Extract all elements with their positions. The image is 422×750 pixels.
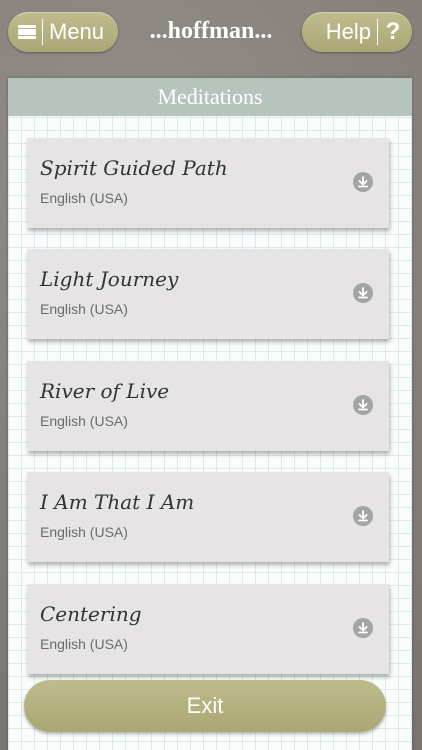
meditation-title: Spirit Guided Path (40, 156, 228, 180)
meditation-language: English (USA) (40, 301, 128, 317)
meditation-title: Centering (40, 602, 142, 626)
meditation-title: Light Journey (40, 267, 179, 291)
help-button-label: Help (325, 19, 371, 44)
menu-button[interactable]: Menu (8, 12, 118, 52)
menu-button-divider (42, 19, 43, 45)
download-arrow-icon[interactable] (353, 618, 373, 638)
meditation-title: I Am That I Am (40, 490, 195, 514)
help-button[interactable]: Help ? (302, 12, 412, 52)
exit-button[interactable]: Exit (24, 680, 386, 732)
download-arrow-icon[interactable] (353, 506, 373, 526)
meditation-list[interactable]: Spirit Guided Path English (USA) Light J… (8, 116, 412, 700)
hamburger-menu-icon (18, 23, 36, 41)
meditation-card[interactable]: Light Journey English (USA) (27, 249, 389, 339)
meditation-card[interactable]: Centering English (USA) (27, 584, 389, 674)
meditation-card[interactable]: I Am That I Am English (USA) (27, 472, 389, 562)
help-button-divider (377, 19, 378, 45)
meditation-language: English (USA) (40, 524, 128, 540)
top-bar: Menu ...hoffman... Help ? (0, 0, 422, 66)
meditation-card[interactable]: River of Live English (USA) (27, 361, 389, 451)
meditation-title: River of Live (40, 379, 170, 403)
panel-title: Meditations (8, 78, 412, 116)
meditation-language: English (USA) (40, 636, 128, 652)
meditations-panel: Meditations Spirit Guided Path English (… (8, 78, 412, 750)
meditation-language: English (USA) (40, 413, 128, 429)
download-arrow-icon[interactable] (353, 395, 373, 415)
meditation-language: English (USA) (40, 190, 128, 206)
meditation-card[interactable]: Spirit Guided Path English (USA) (27, 138, 389, 228)
menu-button-label: Menu (49, 19, 105, 44)
download-arrow-icon[interactable] (353, 172, 373, 192)
question-mark-icon: ? (385, 18, 401, 45)
download-arrow-icon[interactable] (353, 283, 373, 303)
